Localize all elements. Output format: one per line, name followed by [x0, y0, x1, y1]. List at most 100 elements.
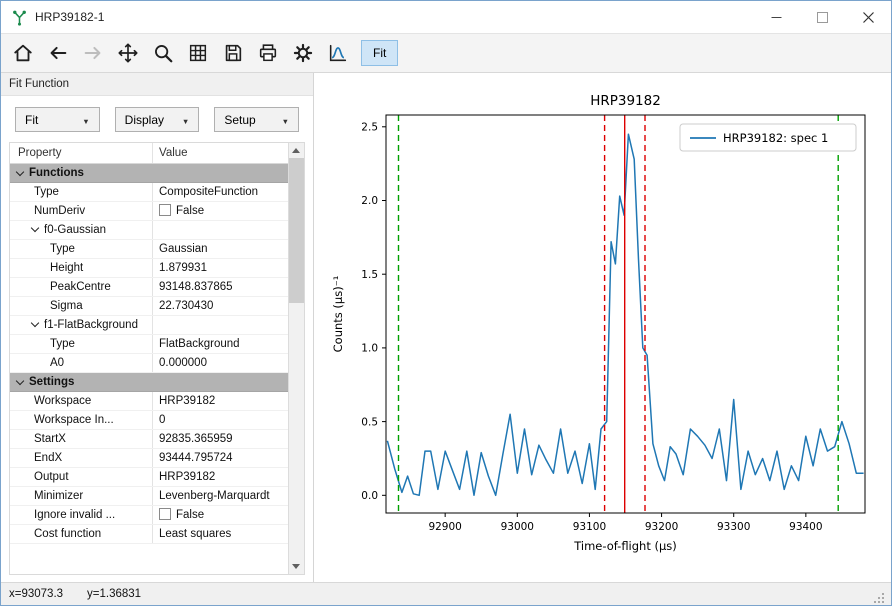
property-row[interactable]: PeakCentre93148.837865 [10, 278, 288, 297]
toolbar: Fit [1, 33, 891, 73]
forward-arrow-icon [82, 42, 104, 64]
property-name: NumDeriv [10, 202, 152, 220]
property-row[interactable]: Cost functionLeast squares [10, 525, 288, 544]
property-row[interactable]: Ignore invalid ...False [10, 506, 288, 525]
property-row[interactable]: TypeGaussian [10, 240, 288, 259]
setup-menu-label: Setup [224, 113, 255, 127]
property-value [152, 221, 288, 239]
setup-menu-button[interactable]: Setup [214, 107, 299, 132]
scroll-up-arrow-icon[interactable] [289, 143, 304, 158]
property-value[interactable]: CompositeFunction [152, 183, 288, 201]
property-value[interactable]: 93148.837865 [152, 278, 288, 296]
table-header: Property Value [10, 143, 288, 164]
fit-toggle-button[interactable]: Fit [361, 40, 398, 66]
x-tick-label: 93200 [645, 521, 678, 533]
section-row[interactable]: Settings [10, 373, 288, 392]
property-name: Height [10, 259, 152, 277]
property-value[interactable]: False [152, 506, 288, 524]
legend-label: HRP39182: spec 1 [723, 131, 828, 145]
back-arrow-icon [47, 42, 69, 64]
settings-button[interactable] [287, 37, 319, 69]
plot-panel: 9290093000931009320093300934000.00.51.01… [314, 73, 891, 582]
group-label: f0-Gaussian [44, 224, 106, 236]
group-row[interactable]: f1-FlatBackground [10, 316, 288, 335]
app-icon [11, 9, 28, 26]
scrollbar-track[interactable] [289, 158, 304, 559]
chevron-down-icon [16, 168, 24, 176]
property-row[interactable]: WorkspaceHRP39182 [10, 392, 288, 411]
property-value[interactable]: False [152, 202, 288, 220]
maximize-button[interactable] [799, 1, 845, 33]
section-label: Settings [29, 373, 74, 392]
property-value[interactable]: Gaussian [152, 240, 288, 258]
print-icon [257, 42, 279, 64]
dropdown-arrow-icon [182, 113, 189, 127]
cursor-y-readout: y=1.36831 [87, 588, 141, 600]
property-value[interactable]: FlatBackground [152, 335, 288, 353]
property-name: Cost function [10, 525, 152, 543]
property-value[interactable]: HRP39182 [152, 468, 288, 486]
zoom-button[interactable] [147, 37, 179, 69]
property-row[interactable]: NumDerivFalse [10, 202, 288, 221]
property-value [152, 316, 288, 334]
property-value[interactable]: 22.730430 [152, 297, 288, 315]
window-title: HRP39182-1 [35, 10, 104, 24]
property-name: Ignore invalid ... [10, 506, 152, 524]
property-value[interactable]: 93444.795724 [152, 449, 288, 467]
checkbox[interactable] [159, 508, 171, 520]
plot-svg[interactable]: 9290093000931009320093300934000.00.51.01… [328, 89, 873, 559]
section-row[interactable]: Functions [10, 164, 288, 183]
chevron-down-icon [31, 319, 39, 327]
property-name: Type [10, 240, 152, 258]
back-button[interactable] [42, 37, 74, 69]
home-button[interactable] [7, 37, 39, 69]
group-row[interactable]: f0-Gaussian [10, 221, 288, 240]
print-button[interactable] [252, 37, 284, 69]
fit-browser-button[interactable] [322, 37, 354, 69]
scroll-down-arrow-icon[interactable] [289, 559, 304, 574]
property-column-header: Property [10, 143, 152, 163]
zoom-icon [152, 42, 174, 64]
fit-menu-button[interactable]: Fit [15, 107, 100, 132]
property-row[interactable]: Sigma22.730430 [10, 297, 288, 316]
statusbar: x=93073.3 y=1.36831 [1, 582, 891, 605]
scrollbar-thumb[interactable] [289, 158, 304, 303]
chevron-down-icon [16, 377, 24, 385]
property-row[interactable]: A00.000000 [10, 354, 288, 373]
minimize-button[interactable] [753, 1, 799, 33]
forward-button[interactable] [77, 37, 109, 69]
property-value[interactable]: 1.879931 [152, 259, 288, 277]
fit-browser-icon [327, 42, 349, 64]
property-row[interactable]: EndX93444.795724 [10, 449, 288, 468]
property-row[interactable]: StartX92835.365959 [10, 430, 288, 449]
property-value[interactable]: 92835.365959 [152, 430, 288, 448]
fit-function-dock: Fit Function Fit Display Setup [1, 73, 314, 582]
main-area: Fit Function Fit Display Setup [1, 73, 891, 582]
grid-button[interactable] [182, 37, 214, 69]
save-button[interactable] [217, 37, 249, 69]
fit-menu-label: Fit [25, 113, 38, 127]
property-value[interactable]: Least squares [152, 525, 288, 543]
resize-grip[interactable] [873, 592, 886, 605]
property-table: Property Value FunctionsTypeCompositeFun… [9, 142, 305, 575]
property-row[interactable]: OutputHRP39182 [10, 468, 288, 487]
y-tick-label: 0.0 [361, 490, 378, 502]
property-row[interactable]: TypeFlatBackground [10, 335, 288, 354]
property-value[interactable]: Levenberg-Marquardt [152, 487, 288, 505]
x-tick-label: 93400 [789, 521, 822, 533]
checkbox[interactable] [159, 204, 171, 216]
display-menu-button[interactable]: Display [115, 107, 200, 132]
property-value[interactable]: HRP39182 [152, 392, 288, 410]
table-scrollbar[interactable] [288, 143, 304, 574]
property-row[interactable]: TypeCompositeFunction [10, 183, 288, 202]
pan-button[interactable] [112, 37, 144, 69]
property-row[interactable]: MinimizerLevenberg-Marquardt [10, 487, 288, 506]
property-name: Sigma [10, 297, 152, 315]
property-value[interactable]: 0.000000 [152, 354, 288, 372]
dropdown-arrow-icon [82, 113, 89, 127]
close-button[interactable] [845, 1, 891, 33]
chevron-down-icon [31, 224, 39, 232]
property-value[interactable]: 0 [152, 411, 288, 429]
property-row[interactable]: Height1.879931 [10, 259, 288, 278]
property-row[interactable]: Workspace In...0 [10, 411, 288, 430]
